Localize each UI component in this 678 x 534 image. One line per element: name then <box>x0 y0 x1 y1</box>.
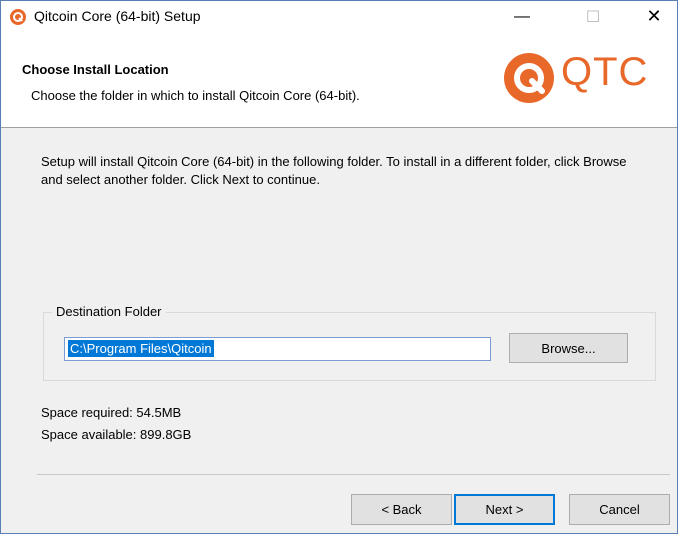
destination-folder-group: Destination Folder C:\Program Files\Qitc… <box>43 304 656 381</box>
browse-button[interactable]: Browse... <box>509 333 628 363</box>
back-button[interactable]: < Back <box>351 494 452 525</box>
destination-path-input[interactable]: C:\Program Files\Qitcoin <box>64 337 491 361</box>
qtc-logo-icon <box>504 53 554 103</box>
qtc-logo-text: QTC <box>561 50 649 94</box>
maximize-button[interactable]: ☐ <box>570 1 616 32</box>
space-available-text: Space available: 899.8GB <box>41 427 192 442</box>
qtc-logo: QTC <box>499 50 669 104</box>
minimize-button[interactable]: — <box>499 1 545 32</box>
space-required-text: Space required: 54.5MB <box>41 405 182 420</box>
installer-window: Qitcoin Core (64-bit) Setup — ☐ ✕ Choose… <box>0 0 678 534</box>
window-title: Qitcoin Core (64-bit) Setup <box>34 8 201 24</box>
destination-path-value: C:\Program Files\Qitcoin <box>68 340 214 357</box>
page-subtitle: Choose the folder in which to install Qi… <box>31 88 360 103</box>
title-bar[interactable]: Qitcoin Core (64-bit) Setup — ☐ ✕ <box>1 1 677 32</box>
qitcoin-app-icon <box>10 9 26 25</box>
close-button[interactable]: ✕ <box>631 1 677 32</box>
page-title: Choose Install Location <box>22 62 169 77</box>
page-header: Choose Install Location Choose the folde… <box>1 32 677 128</box>
cancel-button[interactable]: Cancel <box>569 494 670 525</box>
footer-separator <box>37 474 670 475</box>
intro-text: Setup will install Qitcoin Core (64-bit)… <box>41 154 627 187</box>
destination-folder-label: Destination Folder <box>52 304 166 319</box>
next-button[interactable]: Next > <box>454 494 555 525</box>
